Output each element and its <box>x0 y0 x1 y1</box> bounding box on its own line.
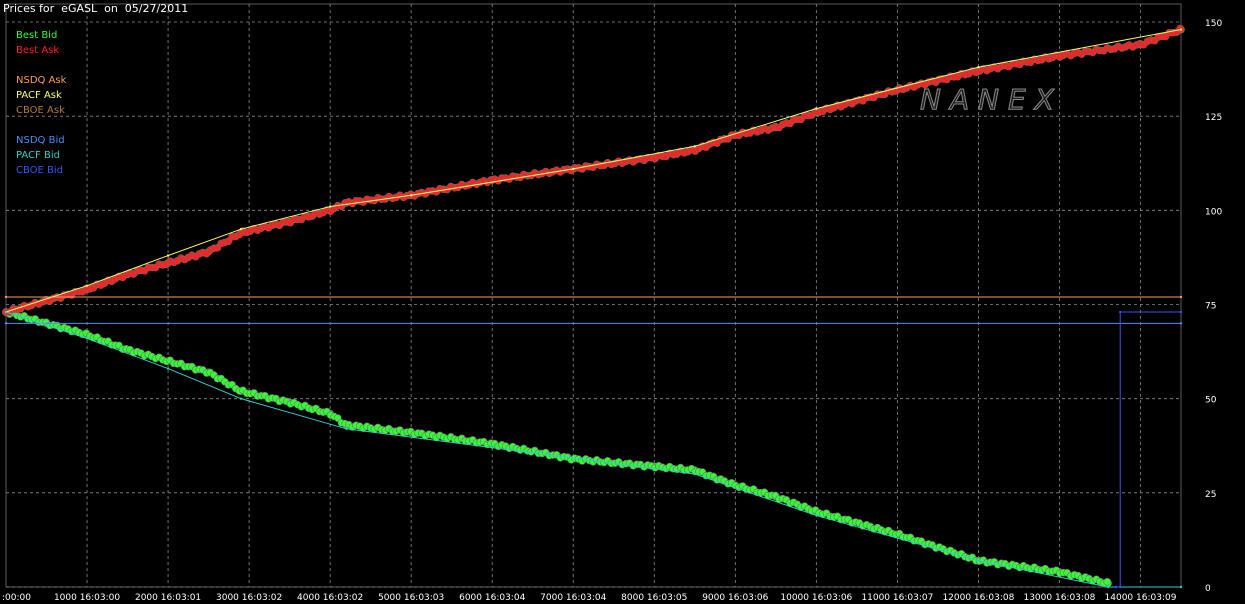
data-point-cboe-bid <box>1119 310 1122 314</box>
x-tick-label: 4000 16:03:02 <box>297 593 363 603</box>
legend-item-pacf-ask: PACF Ask <box>16 90 62 101</box>
legend-item-nsdq-ask: NSDQ Ask <box>16 75 67 86</box>
x-tick-label: 5000 16:03:03 <box>378 593 444 603</box>
x-tick-label: 6000 16:03:04 <box>459 593 525 603</box>
data-point-pacf-ask <box>85 284 89 287</box>
y-tick-label: 0 <box>1205 584 1211 594</box>
y-tick-label: 100 <box>1205 207 1222 217</box>
legend-item-pacf-bid: PACF Bid <box>16 150 60 161</box>
legend-item-best-ask: Best Ask <box>16 45 60 56</box>
nanex-watermark: NANEX <box>920 83 1063 117</box>
data-point-cboe-bid <box>1114 585 1118 589</box>
y-tick-label: 125 <box>1205 113 1222 123</box>
data-point-pacf-bid <box>345 427 348 430</box>
x-tick-label: 14000 16:03:09 <box>1105 593 1177 603</box>
quote-marker-best-bid <box>1103 577 1112 586</box>
series-line-cboe-bid <box>1116 311 1181 588</box>
data-point-nsdq-ask <box>1179 295 1183 299</box>
data-point-pacf-ask <box>166 254 170 257</box>
x-tick-label: 1000 16:03:00 <box>54 593 120 603</box>
data-point-pacf-ask <box>693 145 696 148</box>
data-point-pacf-ask <box>977 66 980 69</box>
legend-item-nsdq-bid: NSDQ Bid <box>16 135 65 146</box>
series-line-pacf-bid <box>5 311 1181 588</box>
y-tick-label: 75 <box>1205 302 1216 312</box>
data-point-cboe-bid <box>1119 585 1122 589</box>
data-point-pacf-ask <box>409 194 413 197</box>
data-point-pacf-ask <box>239 227 243 231</box>
data-point-pacf-bid <box>1179 585 1183 589</box>
y-tick-label: 25 <box>1205 490 1216 500</box>
data-point-pacf-bid <box>85 337 89 340</box>
series-line-best-bid <box>5 311 1109 584</box>
data-point-pacf-bid <box>4 310 8 314</box>
x-tick-label: 3000 16:03:02 <box>216 593 282 603</box>
data-point-pacf-ask <box>572 167 575 171</box>
data-point-pacf-bid <box>166 367 170 370</box>
chart-window: 0 25 50 75 100 125 150 :00:00 1000 16:03:00 2000 … <box>0 0 1245 604</box>
chart-title: Prices for eGASL on 05/27/2011 <box>3 2 189 15</box>
x-tick-label: 2000 16:03:01 <box>135 593 201 603</box>
data-point-pacf-bid <box>1106 585 1110 589</box>
data-point-nsdq-ask <box>4 295 8 299</box>
y-tick-label: 150 <box>1205 19 1222 29</box>
x-tick-label: 13000 16:03:08 <box>1023 593 1095 603</box>
x-tick-label: 10000 16:03:06 <box>780 593 852 603</box>
legend-item-cboe-ask: CBOE Ask <box>16 105 65 116</box>
legend-item-best-bid: Best Bid <box>16 30 58 41</box>
x-tick-label: 9000 16:03:06 <box>702 593 768 603</box>
data-point-pacf-bid <box>815 514 818 517</box>
y-tick-label: 50 <box>1205 396 1217 406</box>
data-point-pacf-bid <box>239 397 243 400</box>
data-point-pacf-ask <box>815 107 818 110</box>
data-point-pacf-ask <box>328 205 332 208</box>
x-tick-label: 7000 16:03:04 <box>540 593 606 603</box>
legend-item-cboe-bid: CBOE Bid <box>16 165 64 176</box>
data-point-pacf-ask <box>1179 28 1183 31</box>
data-point-nsdq-bid <box>4 322 8 325</box>
data-point-cboe-bid <box>1179 310 1183 314</box>
data-point-pacf-bid <box>977 559 980 562</box>
data-point-pacf-bid <box>491 446 494 449</box>
x-tick-label: 8000 16:03:05 <box>621 593 687 603</box>
x-tick-label: 12000 16:03:08 <box>942 593 1014 603</box>
data-point-pacf-bid <box>693 472 696 476</box>
data-point-nsdq-bid <box>1179 322 1183 325</box>
x-tick-label: :00:00 <box>2 593 31 603</box>
x-tick-label: 11000 16:03:07 <box>861 593 933 603</box>
quote-marker-best-ask <box>1176 24 1184 33</box>
